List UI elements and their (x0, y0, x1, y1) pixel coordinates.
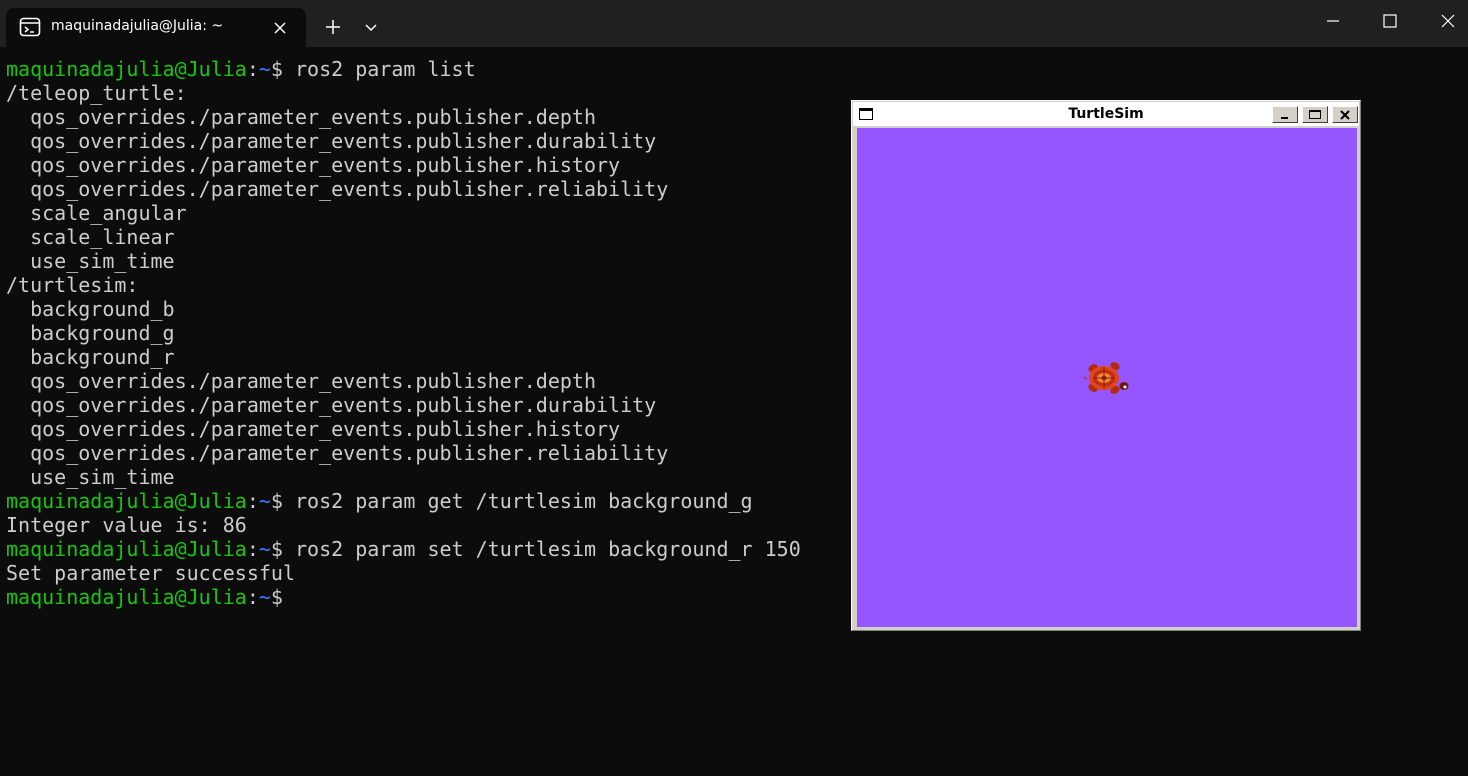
tab-close-icon[interactable] (270, 18, 290, 38)
terminal-command-line: maquinadajulia@Julia:~$ ros2 param set /… (6, 537, 846, 561)
prompt-path: ~ (258, 537, 271, 561)
command-text: ros2 param set /turtlesim background_r 1… (282, 537, 801, 561)
maximize-icon[interactable] (1362, 0, 1418, 42)
prompt-user: maquinadajulia@Julia (6, 489, 247, 513)
prompt-dollar: $ (270, 537, 283, 561)
prompt-colon: : (246, 537, 259, 561)
terminal-output-line: qos_overrides./parameter_events.publishe… (6, 153, 621, 177)
terminal-tab[interactable]: maquinadajulia@Julia: ~ (6, 8, 306, 47)
command-text: ros2 param list (282, 57, 476, 81)
prompt-dollar: $ (270, 489, 283, 513)
window-titlebar: maquinadajulia@Julia: ~ (0, 0, 1468, 47)
terminal-output-line: qos_overrides./parameter_events.publishe… (6, 177, 669, 201)
terminal-output-line: scale_linear (6, 225, 175, 249)
turtlesim-canvas (857, 128, 1357, 627)
chevron-down-icon[interactable] (358, 14, 384, 40)
terminal-command-line: maquinadajulia@Julia:~$ ros2 param get /… (6, 489, 846, 513)
prompt-dollar: $ (270, 585, 283, 609)
terminal-output[interactable]: maquinadajulia@Julia:~$ ros2 param list /… (6, 57, 846, 757)
terminal-output-line: qos_overrides./parameter_events.publishe… (6, 129, 657, 153)
prompt-colon: : (246, 57, 259, 81)
command-text: ros2 param get /turtlesim background_g (282, 489, 753, 513)
terminal-output-line: qos_overrides./parameter_events.publishe… (6, 441, 669, 465)
turtle-icon (1083, 359, 1131, 397)
turtlesim-maximize-icon[interactable] (1302, 106, 1328, 123)
prompt-user: maquinadajulia@Julia (6, 585, 247, 609)
terminal-icon (19, 17, 41, 37)
prompt-path: ~ (258, 489, 271, 513)
terminal-output-line: /turtlesim: (6, 273, 139, 297)
tab-title: maquinadajulia@Julia: ~ (51, 18, 224, 34)
terminal-output-line: use_sim_time (6, 249, 175, 273)
terminal-output-line: Set parameter successful (6, 561, 295, 585)
terminal-output-line: background_b (6, 297, 175, 321)
prompt-dollar: $ (270, 57, 283, 81)
turtlesim-titlebar[interactable]: TurtleSim (853, 102, 1359, 126)
prompt-path: ~ (258, 57, 271, 81)
terminal-command-line: maquinadajulia@Julia:~$ ros2 param list (6, 57, 846, 81)
terminal-output-line: use_sim_time (6, 465, 175, 489)
terminal-output-line: /teleop_turtle: (6, 81, 187, 105)
turtlesim-window[interactable]: TurtleSim (851, 100, 1361, 631)
terminal-output-line: qos_overrides./parameter_events.publishe… (6, 369, 597, 393)
minimize-icon[interactable] (1305, 0, 1361, 42)
prompt-colon: : (246, 489, 259, 513)
turtlesim-minimize-icon[interactable] (1272, 106, 1298, 123)
turtlesim-close-icon[interactable] (1332, 106, 1358, 123)
terminal-output-line: background_g (6, 321, 175, 345)
new-tab-plus-icon[interactable] (318, 14, 348, 40)
terminal-output-line: qos_overrides./parameter_events.publishe… (6, 417, 621, 441)
terminal-output-line: qos_overrides./parameter_events.publishe… (6, 105, 597, 129)
terminal-output-line: qos_overrides./parameter_events.publishe… (6, 393, 657, 417)
terminal-output-line: background_r (6, 345, 175, 369)
prompt-user: maquinadajulia@Julia (6, 537, 247, 561)
prompt-colon: : (246, 585, 259, 609)
prompt-path: ~ (258, 585, 271, 609)
close-icon[interactable] (1420, 0, 1468, 42)
terminal-command-line: maquinadajulia@Julia:~$ (6, 585, 846, 609)
terminal-output-line: Integer value is: 86 (6, 513, 247, 537)
prompt-user: maquinadajulia@Julia (6, 57, 247, 81)
terminal-output-line: scale_angular (6, 201, 187, 225)
